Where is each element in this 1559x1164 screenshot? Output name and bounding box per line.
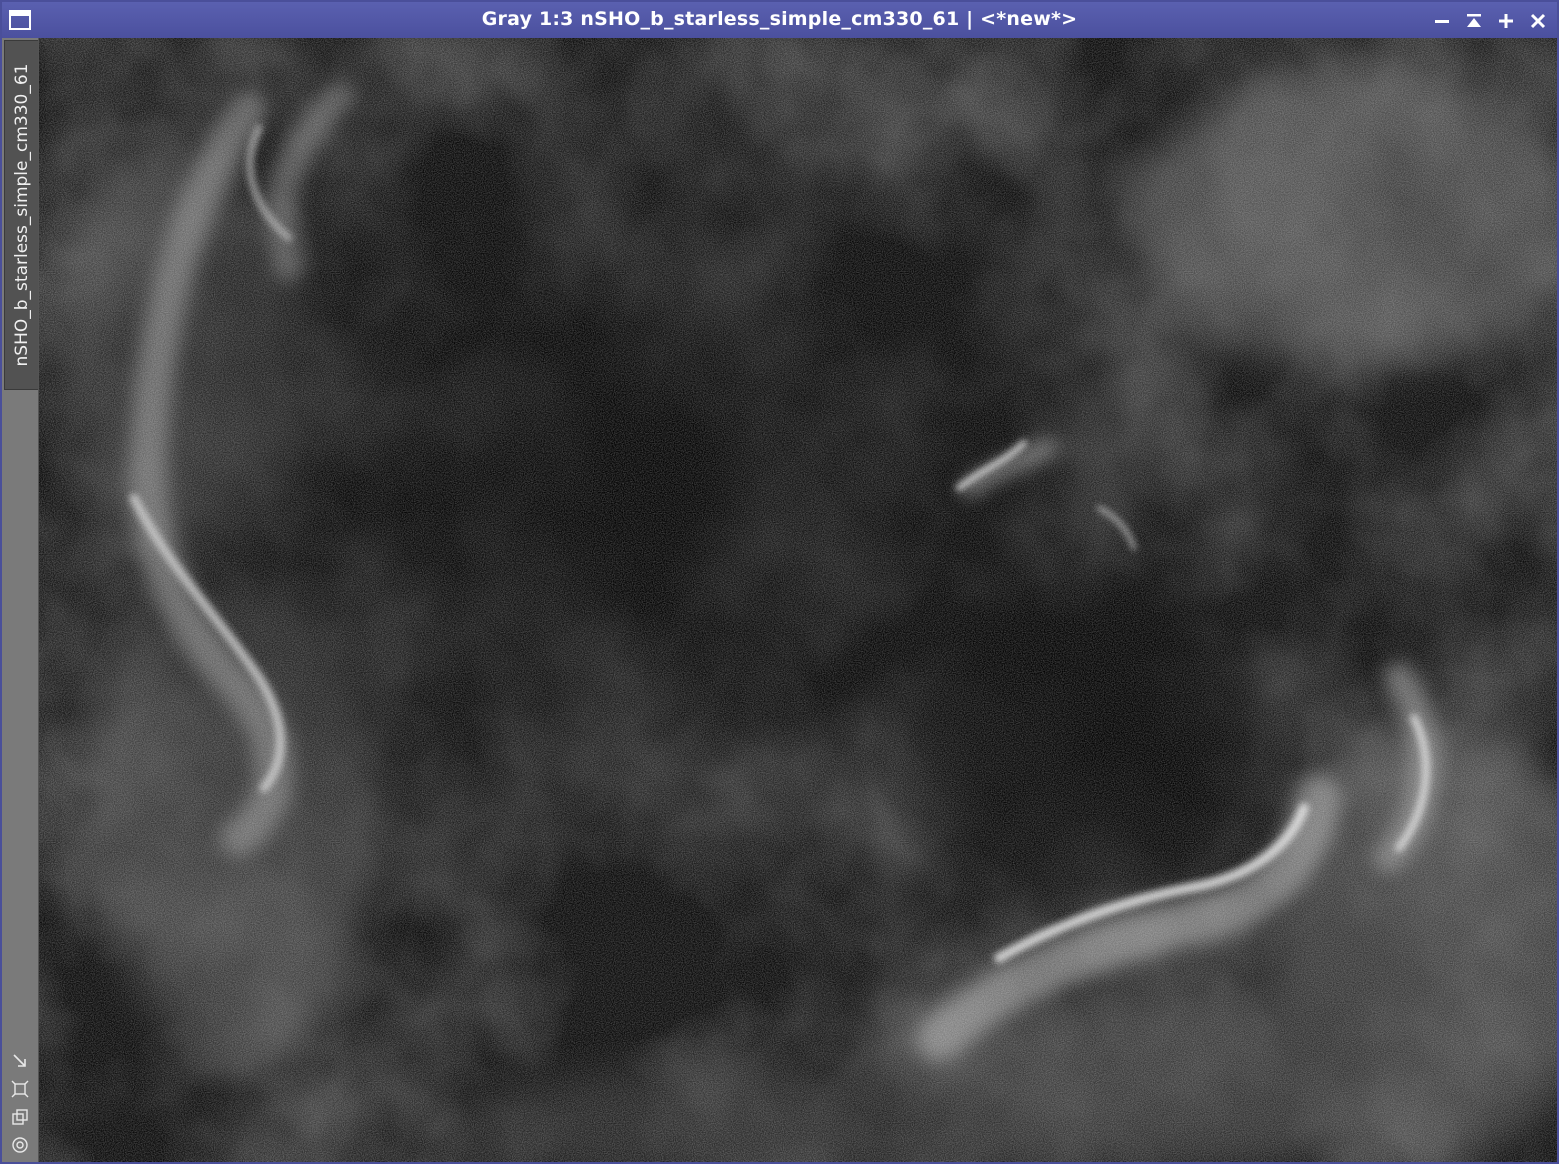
- sidebar-tools: [2, 1050, 38, 1156]
- minimize-icon: [1435, 20, 1449, 23]
- title-bar[interactable]: Gray 1:3 nSHO_b_starless_simple_cm330_61…: [2, 2, 1557, 38]
- image-window: Gray 1:3 nSHO_b_starless_simple_cm330_61…: [0, 0, 1559, 1164]
- crop-frame-button[interactable]: [9, 1078, 31, 1100]
- target-button[interactable]: [9, 1134, 31, 1156]
- shade-icon: [1467, 14, 1481, 27]
- view-sidebar: nSHO_b_starless_simple_cm330_61: [2, 38, 39, 1162]
- close-icon: [1530, 13, 1546, 29]
- nebula-image: [39, 38, 1557, 1162]
- window-controls: [1429, 8, 1551, 34]
- resize-button[interactable]: [9, 1050, 31, 1072]
- minimize-button[interactable]: [1429, 8, 1455, 34]
- clone-button[interactable]: [9, 1106, 31, 1128]
- target-icon: [12, 1137, 28, 1153]
- view-identifier-label: nSHO_b_starless_simple_cm330_61: [11, 63, 32, 367]
- window-title: Gray 1:3 nSHO_b_starless_simple_cm330_61…: [481, 8, 1078, 30]
- maximize-icon: [1499, 14, 1513, 28]
- image-viewport[interactable]: [39, 38, 1557, 1162]
- shade-button[interactable]: [1461, 8, 1487, 34]
- maximize-button[interactable]: [1493, 8, 1519, 34]
- view-identifier-tab[interactable]: nSHO_b_starless_simple_cm330_61: [4, 40, 38, 390]
- crop-frame-icon: [11, 1080, 29, 1098]
- close-button[interactable]: [1525, 8, 1551, 34]
- resize-arrow-icon: [13, 1054, 26, 1067]
- clone-icon: [12, 1109, 28, 1125]
